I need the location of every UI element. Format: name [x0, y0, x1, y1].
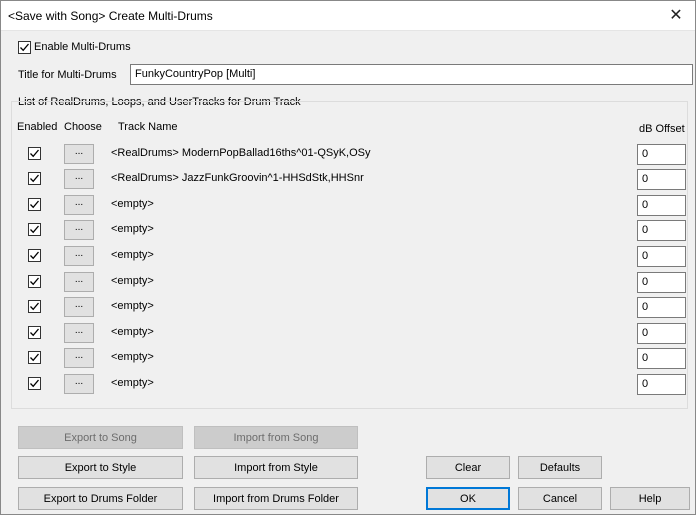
- checkmark-icon: [30, 225, 39, 234]
- choose-button[interactable]: ...: [64, 323, 94, 343]
- track-name: <empty>: [111, 249, 154, 261]
- ok-button[interactable]: OK: [426, 487, 510, 510]
- clear-button[interactable]: Clear: [426, 456, 510, 479]
- row-enabled-checkbox[interactable]: [28, 172, 41, 185]
- column-enabled-header: Enabled: [17, 121, 58, 133]
- choose-button[interactable]: ...: [64, 348, 94, 368]
- title-for-multi-drums-input[interactable]: FunkyCountryPop [Multi]: [130, 64, 693, 85]
- cancel-button[interactable]: Cancel: [518, 487, 602, 510]
- track-name: <empty>: [111, 198, 154, 210]
- export-to-style-button[interactable]: Export to Style: [18, 456, 183, 479]
- checkmark-icon: [30, 174, 39, 183]
- column-db-offset-header: dB Offset: [639, 123, 685, 135]
- track-name: <empty>: [111, 223, 154, 235]
- choose-button[interactable]: ...: [64, 374, 94, 394]
- export-to-song-button[interactable]: Export to Song: [18, 426, 183, 449]
- db-offset-input[interactable]: 0: [637, 144, 686, 165]
- row-enabled-checkbox[interactable]: [28, 275, 41, 288]
- track-name: <RealDrums> ModernPopBallad16ths^01-QSyK…: [111, 147, 371, 159]
- row-enabled-checkbox[interactable]: [28, 300, 41, 313]
- export-to-drums-folder-button[interactable]: Export to Drums Folder: [18, 487, 183, 510]
- choose-button[interactable]: ...: [64, 220, 94, 240]
- db-offset-input[interactable]: 0: [637, 323, 686, 344]
- window-title: <Save with Song> Create Multi-Drums: [8, 9, 213, 23]
- checkmark-icon: [30, 328, 39, 337]
- row-enabled-checkbox[interactable]: [28, 223, 41, 236]
- db-offset-input[interactable]: 0: [637, 272, 686, 293]
- db-offset-input[interactable]: 0: [637, 195, 686, 216]
- row-enabled-checkbox[interactable]: [28, 326, 41, 339]
- track-name: <RealDrums> JazzFunkGroovin^1-HHSdStk,HH…: [111, 172, 364, 184]
- db-offset-input[interactable]: 0: [637, 374, 686, 395]
- choose-button[interactable]: ...: [64, 144, 94, 164]
- checkmark-icon: [30, 302, 39, 311]
- row-enabled-checkbox[interactable]: [28, 198, 41, 211]
- track-name: <empty>: [111, 351, 154, 363]
- db-offset-input[interactable]: 0: [637, 246, 686, 267]
- track-name: <empty>: [111, 300, 154, 312]
- track-name: <empty>: [111, 377, 154, 389]
- column-track-name-header: Track Name: [118, 121, 178, 133]
- checkmark-icon: [30, 379, 39, 388]
- track-name: <empty>: [111, 275, 154, 287]
- db-offset-input[interactable]: 0: [637, 297, 686, 318]
- db-offset-input[interactable]: 0: [637, 169, 686, 190]
- import-from-drums-folder-button[interactable]: Import from Drums Folder: [194, 487, 358, 510]
- help-button[interactable]: Help: [610, 487, 690, 510]
- choose-button[interactable]: ...: [64, 272, 94, 292]
- checkmark-icon: [30, 200, 39, 209]
- title-field-label: Title for Multi-Drums: [18, 69, 117, 81]
- close-icon[interactable]: ✕: [665, 5, 687, 27]
- choose-button[interactable]: ...: [64, 195, 94, 215]
- column-choose-header: Choose: [64, 121, 102, 133]
- checkmark-icon: [30, 353, 39, 362]
- enable-multi-drums-checkbox[interactable]: [18, 41, 31, 54]
- checkmark-icon: [30, 149, 39, 158]
- row-enabled-checkbox[interactable]: [28, 147, 41, 160]
- title-bar: <Save with Song> Create Multi-Drums ✕: [1, 1, 695, 31]
- row-enabled-checkbox[interactable]: [28, 351, 41, 364]
- defaults-button[interactable]: Defaults: [518, 456, 602, 479]
- row-enabled-checkbox[interactable]: [28, 377, 41, 390]
- row-enabled-checkbox[interactable]: [28, 249, 41, 262]
- choose-button[interactable]: ...: [64, 297, 94, 317]
- import-from-style-button[interactable]: Import from Style: [194, 456, 358, 479]
- db-offset-input[interactable]: 0: [637, 220, 686, 241]
- import-from-song-button[interactable]: Import from Song: [194, 426, 358, 449]
- db-offset-input[interactable]: 0: [637, 348, 686, 369]
- track-name: <empty>: [111, 326, 154, 338]
- create-multi-drums-dialog: <Save with Song> Create Multi-Drums ✕ En…: [0, 0, 696, 515]
- choose-button[interactable]: ...: [64, 169, 94, 189]
- checkmark-icon: [20, 43, 29, 52]
- choose-button[interactable]: ...: [64, 246, 94, 266]
- checkmark-icon: [30, 277, 39, 286]
- enable-multi-drums-label: Enable Multi-Drums: [34, 41, 131, 53]
- checkmark-icon: [30, 251, 39, 260]
